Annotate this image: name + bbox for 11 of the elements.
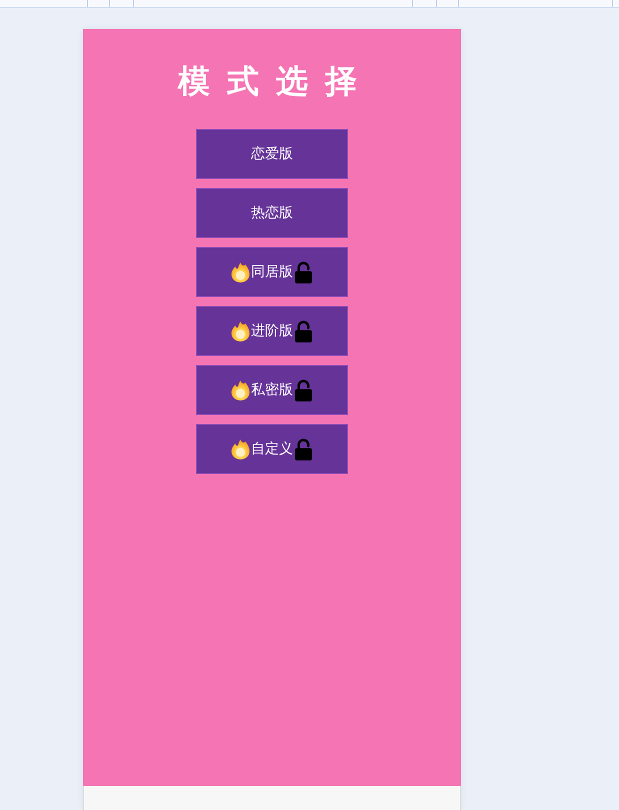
mode-button[interactable]: 同居版 (196, 247, 348, 297)
mode-button[interactable]: 自定义 (196, 424, 348, 474)
flame-icon (231, 438, 250, 460)
mode-button[interactable]: 进阶版 (196, 306, 348, 356)
mode-button[interactable]: 热恋版 (196, 188, 348, 238)
flame-icon (231, 380, 250, 400)
flame-icon (231, 320, 250, 342)
page-title: 模式选择 (178, 61, 374, 102)
flame-icon (231, 262, 250, 282)
mode-button[interactable]: 私密版 (196, 365, 348, 415)
mode-button[interactable]: 恋爱版 (196, 129, 348, 179)
